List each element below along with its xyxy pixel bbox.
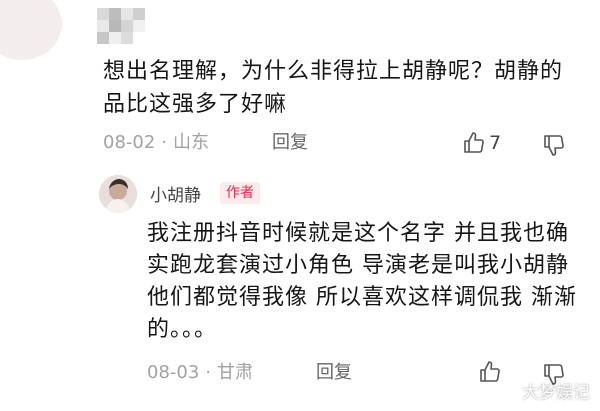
watermark: 大梦娱记 xyxy=(522,383,590,403)
reply-text: 我注册抖音时候就是这个名字 并且我也确实跑龙套演过小角色 导演老是叫我小胡静 他… xyxy=(147,221,577,342)
thumbs-up-icon[interactable] xyxy=(478,360,502,384)
reply-separator: · xyxy=(205,362,212,383)
reply-reply-button[interactable]: 回复 xyxy=(316,360,352,386)
comment-separator: · xyxy=(161,132,168,153)
comment-location: 山东 xyxy=(173,132,210,153)
author-badge: 作者 xyxy=(220,182,260,204)
commenter-username-blurred[interactable] xyxy=(97,8,145,48)
thumbs-down-icon[interactable] xyxy=(542,133,566,157)
reply-meta: 08-03 · 甘肃 xyxy=(147,360,253,386)
avatar-image xyxy=(99,175,137,213)
reply-avatar[interactable] xyxy=(99,175,137,213)
comment-date: 08-02 xyxy=(103,132,156,153)
thumbs-up-icon[interactable] xyxy=(462,131,486,155)
comment-meta: 08-02 · 山东 xyxy=(103,130,209,156)
reply-location: 甘肃 xyxy=(217,362,254,383)
comment-text: 想出名理解，为什么非得拉上胡静呢？胡静的品比这强多了好嘛 xyxy=(103,59,564,117)
reply-date: 08-03 xyxy=(147,362,200,383)
reply-username[interactable]: 小胡静 xyxy=(150,181,201,206)
comment-like-count: 7 xyxy=(489,132,502,154)
comment-reply-button[interactable]: 回复 xyxy=(272,130,308,156)
commenter-avatar[interactable] xyxy=(0,0,62,60)
